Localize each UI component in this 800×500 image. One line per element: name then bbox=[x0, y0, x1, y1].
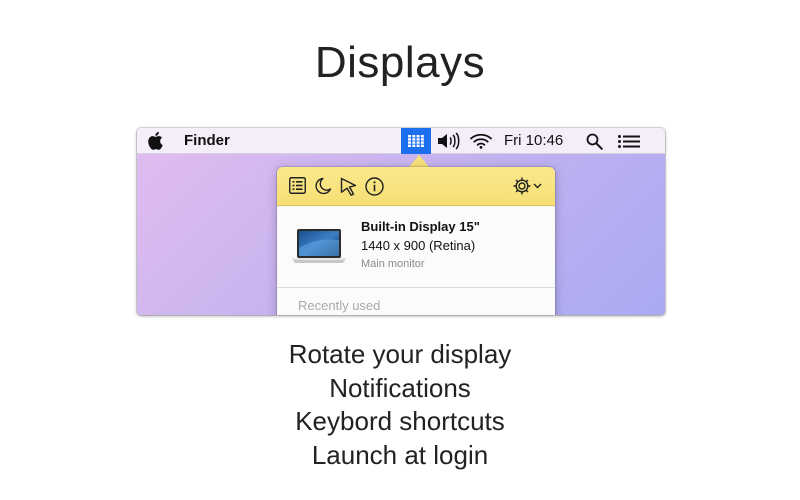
moon-icon[interactable] bbox=[315, 177, 332, 195]
recently-used-label: Recently used bbox=[298, 298, 381, 313]
section-divider bbox=[277, 287, 555, 288]
volume-icon[interactable] bbox=[437, 132, 461, 150]
desktop-screenshot: Finder Fri 10:46 Built-in Display 15" 14… bbox=[137, 128, 665, 315]
display-list-item[interactable]: Built-in Display 15" 1440 x 900 (Retina)… bbox=[277, 206, 555, 286]
display-name: Built-in Display 15" bbox=[361, 219, 480, 234]
feature-item: Launch at login bbox=[311, 439, 489, 470]
display-subtitle: Main monitor bbox=[361, 258, 425, 270]
app-name-menu[interactable]: Finder bbox=[184, 132, 230, 149]
displays-grid-icon bbox=[408, 135, 424, 147]
feature-list: Rotate your display Notifications Keybor… bbox=[0, 338, 800, 472]
feature-item: Keybord shortcuts bbox=[295, 406, 505, 436]
info-icon[interactable] bbox=[365, 177, 384, 196]
popover-arrow bbox=[409, 155, 429, 167]
display-resolution: 1440 x 900 (Retina) bbox=[361, 238, 476, 253]
notification-list-icon[interactable] bbox=[618, 135, 640, 148]
apple-icon[interactable] bbox=[147, 131, 163, 150]
wifi-icon[interactable] bbox=[470, 133, 492, 149]
laptop-display-icon bbox=[292, 229, 346, 263]
hero-title: Displays bbox=[314, 38, 486, 87]
cursor-icon[interactable] bbox=[340, 177, 358, 196]
menu-clock[interactable]: Fri 10:46 bbox=[504, 132, 563, 149]
search-icon[interactable] bbox=[586, 133, 603, 150]
popover-toolbar bbox=[277, 167, 555, 206]
displays-popover: Built-in Display 15" 1440 x 900 (Retina)… bbox=[277, 167, 555, 315]
feature-item: Notifications bbox=[329, 372, 471, 403]
menu-bar: Finder Fri 10:46 bbox=[137, 128, 665, 154]
list-icon[interactable] bbox=[289, 177, 306, 194]
chevron-down-icon[interactable] bbox=[533, 183, 542, 189]
gear-icon[interactable] bbox=[512, 176, 532, 196]
feature-item: Rotate your display bbox=[288, 339, 512, 369]
displays-menu-button[interactable] bbox=[401, 128, 431, 154]
